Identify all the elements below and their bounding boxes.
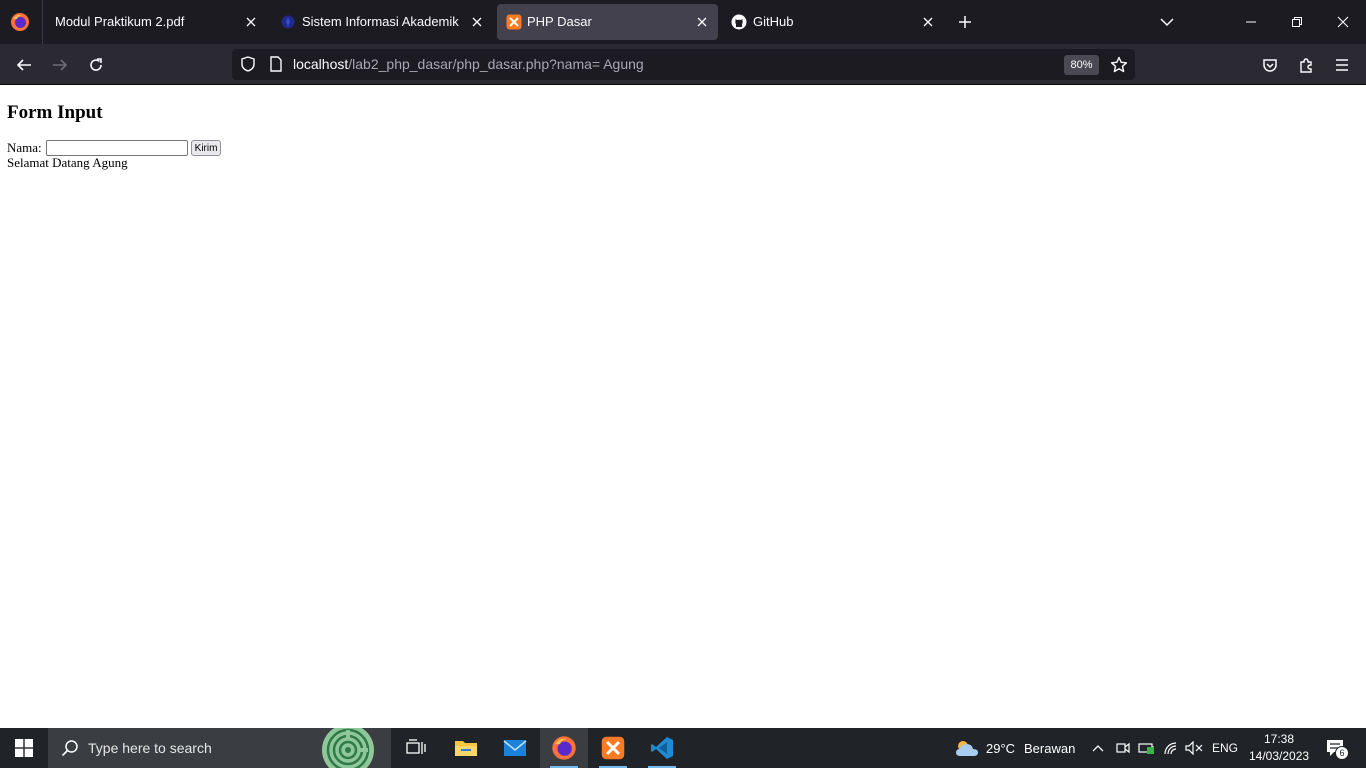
browser-tab-strip: Modul Praktikum 2.pdf Sistem Informasi A… [0,0,1366,44]
tracking-protection-shield-icon[interactable] [238,54,258,74]
close-tab-icon[interactable] [467,12,487,32]
speaker-muted-icon[interactable] [1184,738,1204,758]
close-tab-icon[interactable] [692,12,712,32]
notification-center-icon[interactable]: 6 [1322,738,1350,760]
close-tab-icon[interactable] [918,12,938,32]
siakad-favicon-icon [280,14,296,30]
input-language-indicator[interactable]: ENG [1212,741,1238,755]
submit-button[interactable]: Kirim [190,140,222,156]
xampp-favicon-icon [506,14,522,30]
close-window-icon[interactable] [1320,0,1366,44]
clock-time[interactable]: 17:38 [1264,732,1294,746]
page-info-icon[interactable] [266,54,286,74]
search-icon [60,738,80,758]
tab-title: PHP Dasar [527,14,592,29]
meet-now-camera-icon[interactable] [1113,738,1133,758]
windows-taskbar: Type here to search 29°C Berawan ENG 17:… [0,728,1366,768]
firefox-taskbar-icon[interactable] [540,728,588,768]
back-arrow-icon[interactable] [9,50,39,80]
windows-start-icon[interactable] [0,728,48,768]
weather-description[interactable]: Berawan [1024,741,1075,756]
page-title: Form Input [7,102,103,123]
new-tab-icon[interactable] [954,11,976,33]
greeting-text: Selamat Datang Agung [7,155,128,170]
wifi-network-icon[interactable] [1161,738,1181,758]
vscode-taskbar-icon[interactable] [638,728,686,768]
zoom-level-badge[interactable]: 80% [1064,55,1099,75]
tab-title: GitHub [753,14,794,29]
name-form: Nama: Kirim [7,140,222,156]
battery-charging-icon[interactable] [1137,738,1157,758]
github-favicon-icon [731,14,747,30]
bookmark-star-icon[interactable] [1108,54,1130,76]
tab-sistem-informasi[interactable]: Sistem Informasi Akademik [271,4,493,40]
taskbar-search-box[interactable]: Type here to search [48,728,391,768]
reload-icon[interactable] [81,50,111,80]
xampp-taskbar-icon[interactable] [589,728,637,768]
tab-php-dasar[interactable]: PHP Dasar [497,4,718,40]
show-hidden-icons-chevron-up-icon[interactable] [1088,738,1108,758]
weather-temperature[interactable]: 29°C [986,741,1015,756]
notification-count-badge: 6 [1335,746,1349,760]
forward-arrow-icon[interactable] [45,50,75,80]
tab-github[interactable]: GitHub [722,4,944,40]
close-tab-icon[interactable] [241,12,261,32]
tab-title: Modul Praktikum 2.pdf [55,14,185,29]
browser-nav-bar: localhost/lab2_php_dasar/php_dasar.php?n… [0,44,1366,85]
firefox-logo-icon[interactable] [8,10,32,34]
restore-window-icon[interactable] [1274,0,1320,44]
hamburger-menu-icon[interactable] [1327,50,1357,80]
url-path: /lab2_php_dasar/php_dasar.php?nama= Agun… [348,56,644,72]
tab-title: Sistem Informasi Akademik [302,14,459,29]
weather-cloud-icon[interactable] [954,738,980,758]
file-explorer-folder-icon[interactable] [442,728,490,768]
page-content: Form Input Nama: Kirim Selamat Datang Ag… [0,85,1366,728]
search-placeholder: Type here to search [88,740,212,756]
address-bar[interactable]: localhost/lab2_php_dasar/php_dasar.php?n… [232,49,1135,80]
clock-date[interactable]: 14/03/2023 [1249,749,1309,763]
list-all-tabs-chevron-down-icon[interactable] [1156,11,1178,33]
task-view-icon[interactable] [392,728,440,768]
mail-envelope-icon[interactable] [491,728,539,768]
tab-modul-praktikum[interactable]: Modul Praktikum 2.pdf [43,4,267,40]
search-highlight-maze-icon [320,728,376,768]
name-input[interactable] [45,140,188,156]
pocket-icon[interactable] [1255,50,1285,80]
name-label: Nama: [7,140,42,155]
extensions-puzzle-icon[interactable] [1291,50,1321,80]
url-text[interactable]: localhost/lab2_php_dasar/php_dasar.php?n… [293,56,644,72]
minimize-window-icon[interactable] [1228,0,1274,44]
url-host: localhost [293,56,349,72]
